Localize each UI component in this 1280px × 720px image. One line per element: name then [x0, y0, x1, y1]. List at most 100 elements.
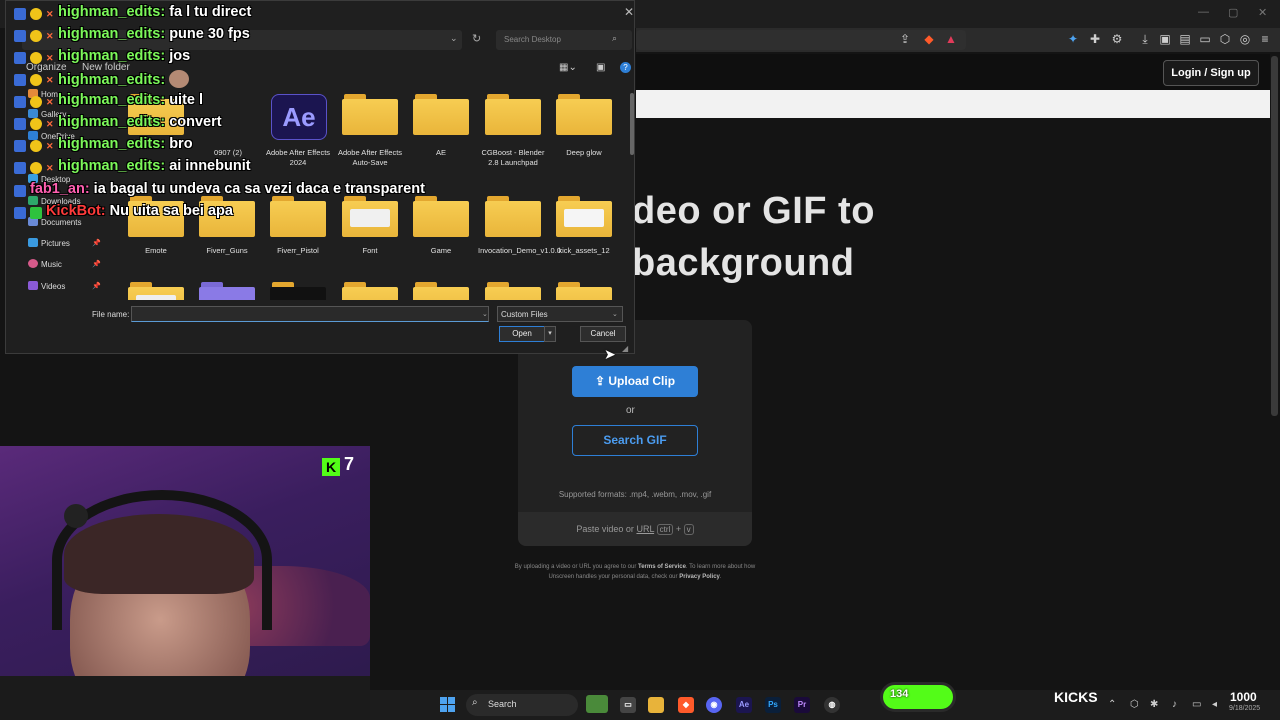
- file-type-select[interactable]: Custom Files: [497, 306, 623, 322]
- bluetooth-icon[interactable]: ✱: [1150, 699, 1158, 710]
- chat-username: fab1_an: [30, 181, 85, 197]
- vpn-icon[interactable]: ⬡: [1218, 32, 1232, 46]
- folder-cgboost[interactable]: [485, 94, 545, 135]
- menu-icon[interactable]: ≡: [1258, 32, 1272, 46]
- chevron-down-icon[interactable]: ⌄: [482, 310, 488, 318]
- folder-item[interactable]: [128, 282, 188, 300]
- folder-game[interactable]: [413, 196, 473, 237]
- wallet-icon[interactable]: ▭: [1198, 32, 1212, 46]
- share-icon[interactable]: ⇪: [898, 32, 912, 46]
- kick-viewer-count: K7: [322, 454, 354, 476]
- dialog-close-icon[interactable]: ✕: [624, 5, 634, 19]
- folder-item[interactable]: [413, 282, 473, 300]
- badge-icon: [14, 8, 26, 20]
- or-label: or: [626, 405, 635, 416]
- open-options-button[interactable]: ▾: [544, 326, 556, 342]
- tab-icon[interactable]: ▤: [1178, 32, 1192, 46]
- folder-invocation-demo[interactable]: [485, 196, 545, 237]
- obs-icon[interactable]: ◍: [824, 697, 840, 713]
- folder-ae-autosave[interactable]: [342, 94, 402, 135]
- clock-date[interactable]: 9/18/2025: [1229, 705, 1260, 712]
- premiere-app-icon[interactable]: Pr: [794, 697, 810, 713]
- folder-item[interactable]: [556, 282, 616, 300]
- file-label: AE: [435, 148, 446, 157]
- discord-icon[interactable]: ◉: [706, 697, 722, 713]
- terms-link[interactable]: Terms of Service: [638, 564, 686, 570]
- nav-music[interactable]: Music: [28, 259, 62, 269]
- chat-text: convert: [169, 114, 222, 130]
- search-icon: ⌕: [612, 33, 618, 43]
- extension-icon[interactable]: ⚙: [1110, 32, 1124, 46]
- brave-icon[interactable]: ◆: [678, 697, 694, 713]
- folder-ae[interactable]: [413, 94, 473, 135]
- task-view-icon[interactable]: ▭: [620, 697, 636, 713]
- folder-kick-assets[interactable]: [556, 196, 616, 237]
- cancel-button[interactable]: Cancel: [580, 326, 626, 342]
- search-gif-button[interactable]: Search GIF: [572, 425, 698, 456]
- photoshop-app-icon[interactable]: Ps: [765, 697, 781, 713]
- badge-icon: [14, 52, 26, 64]
- maximize-icon[interactable]: ▢: [1228, 6, 1238, 19]
- address-bar[interactable]: [636, 30, 966, 50]
- taskbar-search[interactable]: Search: [466, 694, 578, 716]
- upload-clip-button[interactable]: ⇪ Upload Clip: [572, 366, 698, 397]
- file-list-scrollbar[interactable]: [630, 93, 634, 155]
- rewards-icon[interactable]: ▲: [944, 32, 958, 46]
- widget-icon[interactable]: [586, 695, 608, 713]
- close-window-icon[interactable]: ✕: [1258, 6, 1267, 19]
- filename-label: File name:: [92, 310, 130, 319]
- file-explorer-icon[interactable]: [648, 697, 664, 713]
- volume-icon[interactable]: ◂: [1212, 699, 1217, 710]
- open-button[interactable]: Open: [499, 326, 545, 342]
- folder-fiverr-pistol[interactable]: [270, 196, 330, 237]
- start-button[interactable]: [440, 697, 456, 713]
- leo-icon[interactable]: ◎: [1238, 32, 1252, 46]
- nav-pictures[interactable]: Pictures: [28, 238, 70, 248]
- badge-icon: [14, 162, 26, 174]
- folder-item[interactable]: [270, 282, 330, 300]
- clock-time[interactable]: 1000: [1230, 690, 1257, 704]
- paste-url-link[interactable]: URL: [636, 524, 654, 534]
- display-icon[interactable]: ▭: [1192, 699, 1201, 710]
- chevron-down-icon[interactable]: ⌄: [450, 33, 458, 44]
- folder-deep-glow[interactable]: [556, 94, 616, 135]
- chat-username: highman_edits: [58, 136, 161, 152]
- chat-message-body: fab1_an: ia bagal tu undeva ca sa vezi d…: [30, 181, 425, 197]
- file-label: Font: [362, 246, 378, 255]
- page-scrollbar[interactable]: [1271, 56, 1278, 416]
- file-label: Fiverr_Pistol: [277, 246, 319, 255]
- microphone-icon[interactable]: ♪: [1172, 699, 1177, 710]
- badge-icon: ✕: [46, 31, 54, 41]
- view-options-icon[interactable]: ▦⌄: [559, 62, 577, 73]
- extension-translate-icon[interactable]: ✦: [1066, 32, 1080, 46]
- nav-videos[interactable]: Videos: [28, 281, 65, 291]
- badge-icon: [30, 140, 42, 152]
- folder-item[interactable]: [342, 282, 402, 300]
- help-icon[interactable]: ?: [620, 62, 631, 73]
- folder-item[interactable]: [485, 282, 545, 300]
- download-icon[interactable]: ⤓: [1138, 32, 1152, 46]
- folder-font[interactable]: [342, 196, 402, 237]
- minimize-icon[interactable]: —: [1198, 6, 1209, 18]
- resize-grip-icon[interactable]: ◢: [622, 344, 628, 353]
- chat-username: KickBot: [46, 203, 101, 219]
- chat-text: ai innebunit: [169, 158, 251, 174]
- app-tray-icon[interactable]: ⬡: [1130, 699, 1139, 710]
- folder-item[interactable]: [199, 282, 259, 300]
- bot-badge-icon: [30, 207, 42, 219]
- chevron-down-icon[interactable]: ⌄: [612, 310, 618, 318]
- login-signup-button[interactable]: Login / Sign up: [1163, 60, 1259, 86]
- refresh-icon[interactable]: ↻: [472, 32, 481, 45]
- extensions-icon[interactable]: ✚: [1088, 32, 1102, 46]
- badge-icon: [30, 8, 42, 20]
- chevron-up-icon[interactable]: ⌃: [1108, 699, 1116, 710]
- chat-text: Nu uita sa bei apa: [109, 203, 233, 219]
- after-effects-icon[interactable]: Ae: [271, 94, 327, 140]
- sidebar-icon[interactable]: ▣: [1158, 32, 1172, 46]
- brave-shield-icon[interactable]: ◆: [922, 32, 936, 46]
- filename-input[interactable]: [131, 306, 489, 322]
- after-effects-app-icon[interactable]: Ae: [736, 697, 752, 713]
- preview-pane-icon[interactable]: ▣: [596, 62, 605, 73]
- paste-prefix: Paste video or: [576, 524, 634, 534]
- privacy-link[interactable]: Privacy Policy: [679, 574, 720, 580]
